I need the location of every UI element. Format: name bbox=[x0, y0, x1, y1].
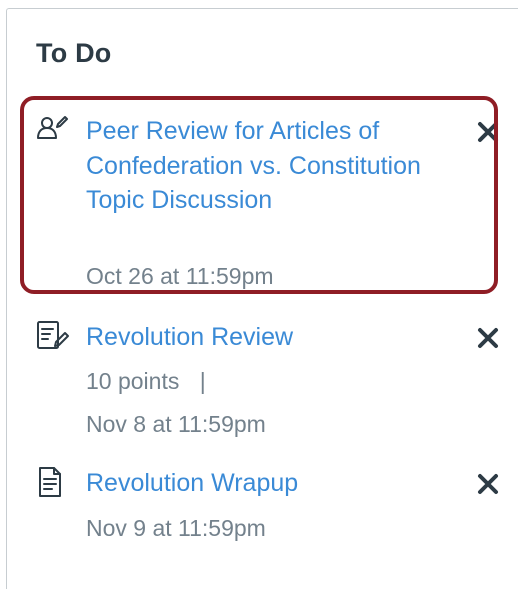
todo-item-link[interactable]: Revolution Wrapup bbox=[86, 466, 446, 501]
highlight-box bbox=[20, 96, 498, 294]
todo-item-points: 10 points | bbox=[86, 360, 206, 403]
points-value: 10 points bbox=[86, 368, 180, 394]
assignment-icon bbox=[36, 320, 70, 354]
todo-title: To Do bbox=[36, 38, 112, 68]
dismiss-icon[interactable] bbox=[474, 470, 502, 498]
meta-separator: | bbox=[199, 368, 206, 394]
document-icon bbox=[36, 466, 70, 500]
todo-item-due: Nov 9 at 11:59pm bbox=[86, 515, 266, 541]
todo-item-due: Nov 8 at 11:59pm bbox=[86, 411, 266, 437]
dismiss-icon[interactable] bbox=[474, 324, 502, 352]
todo-item-link[interactable]: Revolution Review bbox=[86, 320, 446, 355]
